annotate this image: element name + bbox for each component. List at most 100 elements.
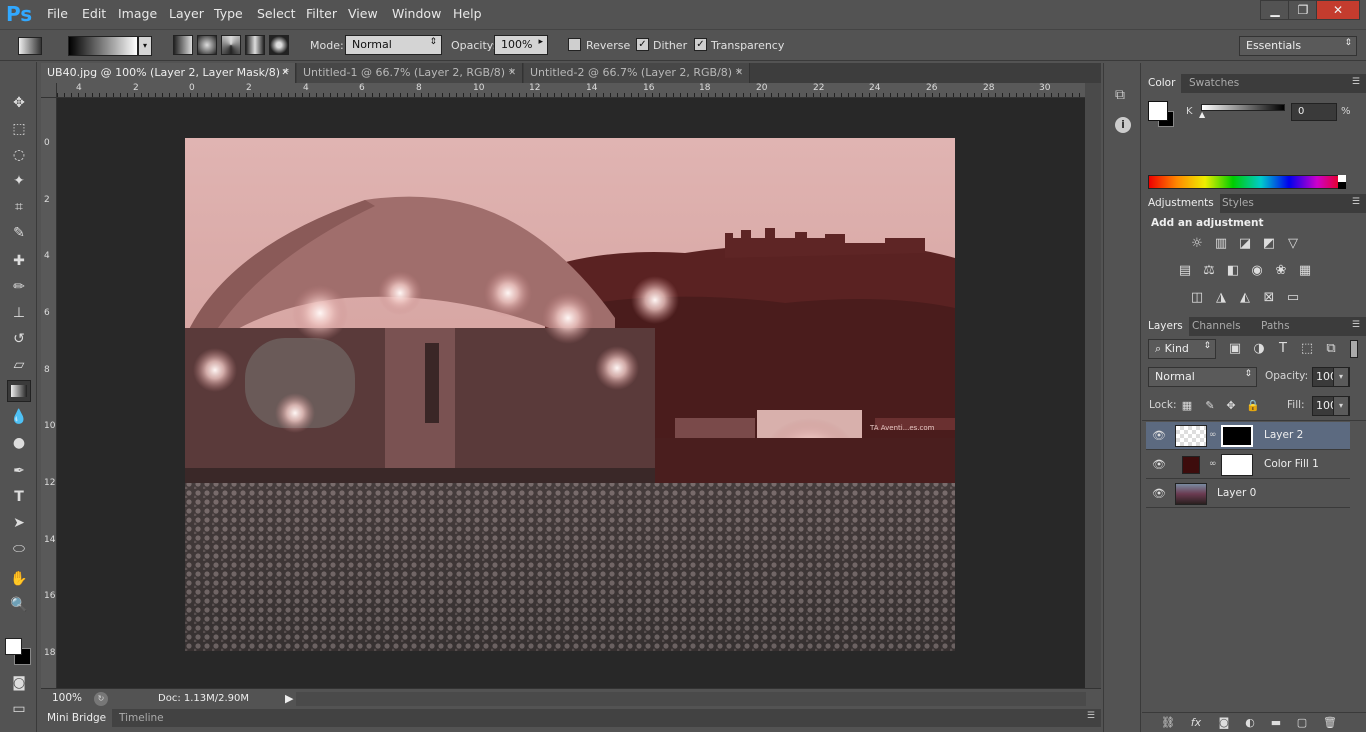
foreground-color-swatch-front[interactable] bbox=[1148, 101, 1168, 121]
layer-filter-select[interactable]: ⌕ Kind ⇕ bbox=[1148, 339, 1216, 359]
foreground-color-swatch-front[interactable] bbox=[5, 638, 22, 655]
menu-filter[interactable]: Filter bbox=[306, 6, 337, 21]
filter-type-icon[interactable]: T bbox=[1274, 341, 1292, 357]
eye-icon[interactable]: 👁 bbox=[1152, 487, 1166, 500]
eyedropper-tool-icon[interactable]: ✎ bbox=[7, 222, 31, 244]
curves-icon[interactable]: ◪ bbox=[1236, 236, 1254, 252]
lasso-tool-icon[interactable]: ◌ bbox=[7, 144, 31, 166]
menu-edit[interactable]: Edit bbox=[82, 6, 106, 21]
menu-image[interactable]: Image bbox=[118, 6, 157, 21]
lock-pixels-icon[interactable]: ✎ bbox=[1201, 398, 1219, 414]
hue-saturation-icon[interactable]: ▤ bbox=[1176, 263, 1194, 279]
tab-layers[interactable]: Layers bbox=[1142, 317, 1189, 336]
color-lookup-icon[interactable]: ▦ bbox=[1296, 263, 1314, 279]
lock-transparent-icon[interactable]: ▦ bbox=[1178, 398, 1196, 414]
eye-icon[interactable]: 👁 bbox=[1152, 458, 1166, 471]
eye-icon[interactable]: 👁 bbox=[1152, 429, 1166, 442]
eraser-tool-icon[interactable]: ▱ bbox=[7, 354, 31, 376]
tab-channels[interactable]: Channels bbox=[1186, 317, 1247, 336]
close-icon[interactable]: ✕ bbox=[508, 63, 516, 83]
brush-tool-icon[interactable]: ✏ bbox=[7, 276, 31, 298]
panel-menu-icon[interactable]: ☰ bbox=[1352, 77, 1360, 87]
chevron-down-icon[interactable]: ▾ bbox=[1333, 367, 1349, 387]
filter-smart-object-icon[interactable]: ⧉ bbox=[1322, 341, 1340, 357]
exposure-icon[interactable]: ◩ bbox=[1260, 236, 1278, 252]
photo-filter-icon[interactable]: ◉ bbox=[1248, 263, 1266, 279]
status-menu-arrow-icon[interactable]: ▶ bbox=[285, 692, 293, 705]
close-button[interactable]: ✕ bbox=[1316, 0, 1360, 20]
color-balance-icon[interactable]: ⚖ bbox=[1200, 263, 1218, 279]
tab-adjustments[interactable]: Adjustments bbox=[1142, 194, 1220, 213]
ellipse-tool-icon[interactable]: ⬭ bbox=[7, 538, 31, 560]
restore-button[interactable]: ❐ bbox=[1288, 0, 1318, 20]
filter-shape-icon[interactable]: ⬚ bbox=[1298, 341, 1316, 357]
minimize-button[interactable]: ▁ bbox=[1260, 0, 1290, 20]
threshold-icon[interactable]: ◭ bbox=[1236, 290, 1254, 306]
link-icon[interactable]: ⛓ bbox=[1159, 715, 1177, 731]
channel-value-input[interactable]: 0 bbox=[1291, 103, 1337, 121]
lock-all-icon[interactable]: 🔒 bbox=[1244, 398, 1262, 414]
gradient-tool-icon[interactable] bbox=[18, 37, 42, 55]
posterize-icon[interactable]: ◮ bbox=[1212, 290, 1230, 306]
marquee-tool-icon[interactable]: ⬚ bbox=[7, 118, 31, 140]
tab-timeline[interactable]: Timeline bbox=[113, 709, 170, 727]
menu-view[interactable]: View bbox=[348, 6, 378, 21]
close-icon[interactable]: ✕ bbox=[735, 63, 743, 83]
filter-adjustment-icon[interactable]: ◑ bbox=[1250, 341, 1268, 357]
angle-gradient-button[interactable] bbox=[221, 35, 241, 55]
share-icon[interactable]: ↻ bbox=[94, 692, 108, 706]
tab-untitled-1[interactable]: Untitled-1 @ 66.7% (Layer 2, RGB/8) * ✕ bbox=[297, 63, 523, 83]
tab-untitled-2[interactable]: Untitled-2 @ 66.7% (Layer 2, RGB/8) * ✕ bbox=[524, 63, 750, 83]
filter-pixel-icon[interactable]: ▣ bbox=[1226, 341, 1244, 357]
vibrance-icon[interactable]: ▽ bbox=[1284, 236, 1302, 252]
layer-name[interactable]: Layer 2 bbox=[1264, 429, 1303, 441]
trash-icon[interactable]: 🗑 bbox=[1321, 715, 1339, 731]
reverse-checkbox[interactable] bbox=[568, 38, 581, 51]
opacity-input[interactable]: 100% ▸ bbox=[494, 35, 548, 55]
radial-gradient-button[interactable] bbox=[197, 35, 217, 55]
fx-icon[interactable]: fx bbox=[1187, 715, 1205, 731]
panel-menu-icon[interactable]: ☰ bbox=[1352, 320, 1360, 330]
zoom-tool-icon[interactable]: 🔍 bbox=[7, 594, 31, 616]
history-panel-icon[interactable]: ⧉ bbox=[1115, 87, 1125, 103]
lock-position-icon[interactable]: ✥ bbox=[1222, 398, 1240, 414]
levels-icon[interactable]: ▥ bbox=[1212, 236, 1230, 252]
filter-toggle[interactable] bbox=[1350, 340, 1358, 358]
linear-gradient-button[interactable] bbox=[173, 35, 193, 55]
clone-stamp-tool-icon[interactable]: ⊥ bbox=[7, 302, 31, 324]
magic-wand-tool-icon[interactable]: ✦ bbox=[7, 170, 31, 192]
reflected-gradient-button[interactable] bbox=[245, 35, 265, 55]
menu-window[interactable]: Window bbox=[392, 6, 441, 21]
quick-mask-icon[interactable]: ◙ bbox=[7, 672, 31, 694]
slider-thumb-icon[interactable]: ▲ bbox=[1199, 110, 1205, 119]
gradient-map-icon[interactable]: ▭ bbox=[1284, 290, 1302, 306]
selective-color-icon[interactable]: ⊠ bbox=[1260, 290, 1278, 306]
dither-checkbox[interactable]: ✓ bbox=[636, 38, 649, 51]
gradient-picker[interactable] bbox=[68, 36, 138, 56]
layer-row-layer-2[interactable]: 👁 ∞ Layer 2 bbox=[1146, 422, 1350, 450]
tab-paths[interactable]: Paths bbox=[1255, 317, 1296, 336]
panel-menu-icon[interactable]: ☰ bbox=[1087, 711, 1095, 721]
transparency-checkbox[interactable]: ✓ bbox=[694, 38, 707, 51]
menu-layer[interactable]: Layer bbox=[169, 6, 204, 21]
folder-icon[interactable]: ▬ bbox=[1267, 715, 1285, 731]
panel-menu-icon[interactable]: ☰ bbox=[1352, 197, 1360, 207]
layer-mask-thumbnail[interactable] bbox=[1221, 454, 1253, 476]
zoom-level[interactable]: 100% bbox=[52, 692, 82, 704]
dodge-tool-icon[interactable]: ● bbox=[7, 432, 31, 454]
document-image[interactable]: TA Aventi...es.com bbox=[185, 138, 955, 651]
horizontal-scrollbar[interactable] bbox=[296, 692, 1086, 706]
spectrum-white[interactable] bbox=[1338, 175, 1346, 182]
layer-row-color-fill-1[interactable]: 👁 ∞ Color Fill 1 bbox=[1146, 451, 1350, 479]
menu-help[interactable]: Help bbox=[453, 6, 482, 21]
layer-name[interactable]: Layer 0 bbox=[1217, 487, 1256, 499]
layer-name[interactable]: Color Fill 1 bbox=[1264, 458, 1319, 470]
link-icon[interactable]: ∞ bbox=[1209, 459, 1217, 469]
mask-icon[interactable]: ◙ bbox=[1215, 715, 1233, 731]
brightness-icon[interactable]: ☼ bbox=[1188, 236, 1206, 252]
info-panel-icon[interactable]: i bbox=[1115, 117, 1131, 133]
gradient-tool-icon[interactable] bbox=[7, 380, 31, 402]
tab-styles[interactable]: Styles bbox=[1216, 194, 1260, 213]
menu-type[interactable]: Type bbox=[214, 6, 243, 21]
vertical-scrollbar[interactable] bbox=[1085, 83, 1101, 688]
